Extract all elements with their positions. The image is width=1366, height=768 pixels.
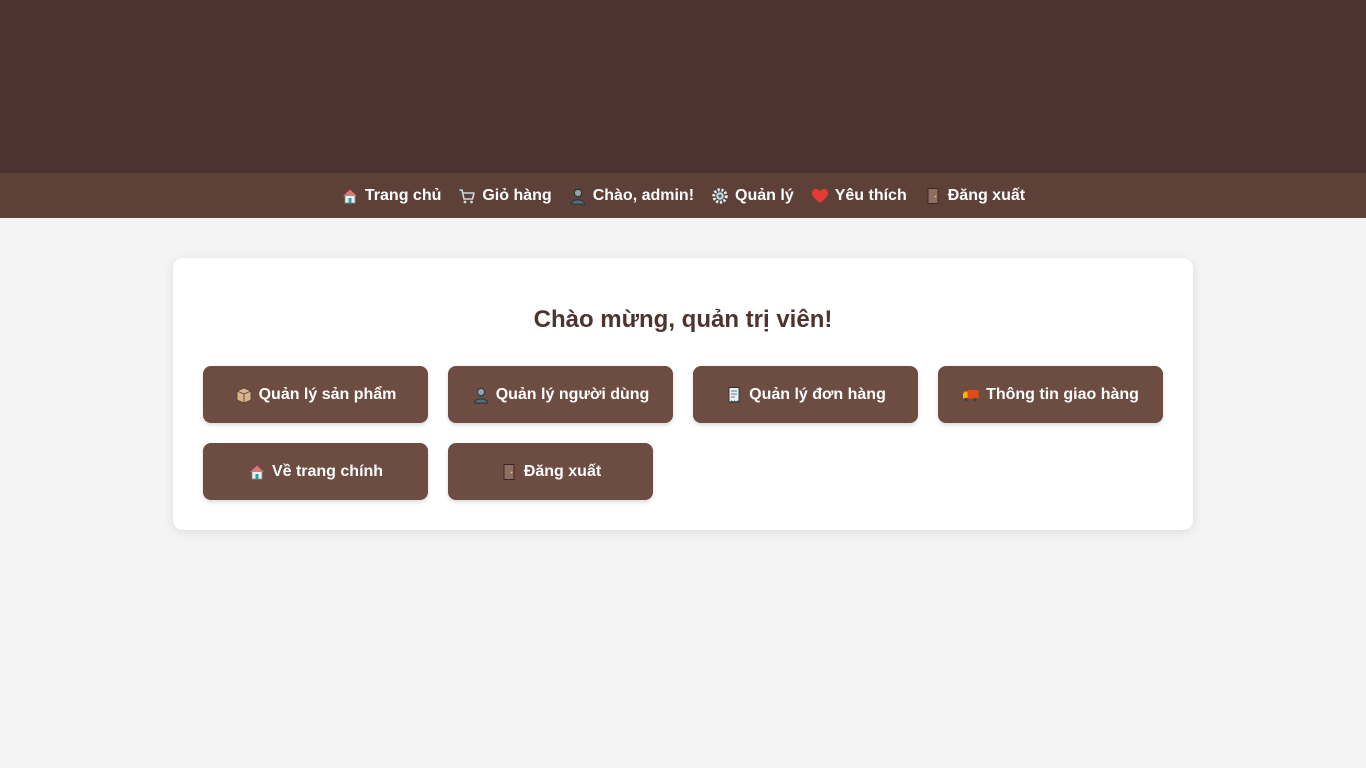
- house-icon: [341, 187, 359, 205]
- manage-users-label: Quản lý người dùng: [495, 385, 650, 403]
- user-icon: [472, 386, 490, 404]
- nav-favorites-link[interactable]: Yêu thích: [811, 187, 907, 205]
- box-icon: [235, 386, 253, 404]
- user-icon: [569, 187, 587, 205]
- truck-icon: [962, 386, 980, 404]
- door-icon: [924, 187, 942, 205]
- nav-greeting-label: Chào, admin!: [592, 186, 695, 204]
- nav-manage-label: Quản lý: [735, 186, 794, 204]
- nav-logout-label: Đăng xuất: [947, 186, 1026, 204]
- logout-button[interactable]: Đăng xuất: [448, 443, 653, 500]
- manage-orders-button[interactable]: Quản lý đơn hàng: [693, 366, 918, 423]
- admin-dashboard-card: Chào mừng, quản trị viên! Quản lý sản ph…: [173, 258, 1193, 530]
- shipping-info-label: Thông tin giao hàng: [986, 385, 1139, 403]
- nav-logout-link[interactable]: Đăng xuất: [924, 187, 1025, 205]
- nav-cart-link[interactable]: Giỏ hàng: [458, 186, 552, 205]
- shipping-info-button[interactable]: Thông tin giao hàng: [938, 366, 1163, 423]
- nav-cart-label: Giỏ hàng: [482, 186, 552, 204]
- receipt-icon: [725, 386, 743, 404]
- gear-icon: [711, 187, 729, 205]
- heart-icon: [811, 187, 829, 205]
- house-icon: [248, 463, 266, 481]
- nav-home-link[interactable]: Trang chủ: [341, 187, 441, 205]
- nav-favorites-label: Yêu thích: [834, 186, 907, 204]
- page-title: Chào mừng, quản trị viên!: [533, 306, 833, 333]
- manage-users-button[interactable]: Quản lý người dùng: [448, 366, 673, 423]
- nav-user-greeting[interactable]: Chào, admin!: [569, 187, 694, 205]
- manage-products-label: Quản lý sản phẩm: [258, 385, 397, 403]
- back-home-label: Về trang chính: [271, 462, 384, 480]
- navbar: Trang chủ Giỏ hàng Chào, admin! Quản lý …: [0, 173, 1366, 218]
- nav-home-label: Trang chủ: [364, 186, 442, 204]
- top-banner: [0, 0, 1366, 173]
- back-home-button[interactable]: Về trang chính: [203, 443, 428, 500]
- manage-orders-label: Quản lý đơn hàng: [749, 385, 886, 403]
- logout-label: Đăng xuất: [523, 462, 602, 480]
- manage-products-button[interactable]: Quản lý sản phẩm: [203, 366, 428, 423]
- door-icon: [500, 463, 518, 481]
- nav-manage-link[interactable]: Quản lý: [711, 187, 794, 205]
- cart-icon: [458, 187, 476, 205]
